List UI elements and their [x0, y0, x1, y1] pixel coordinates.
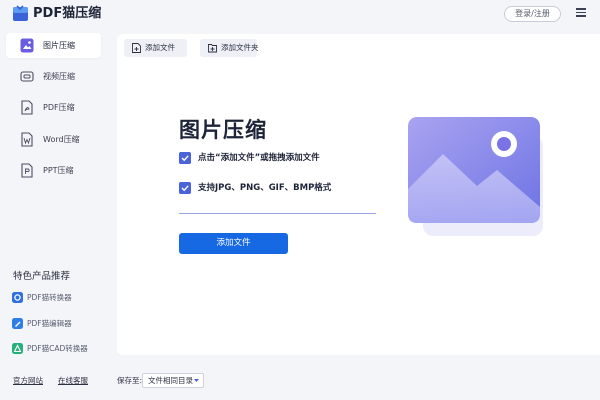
add-folder-icon [208, 44, 217, 53]
pdf-icon [21, 100, 33, 115]
featured-products-title: 特色产品推荐 [13, 271, 71, 282]
sidebar-item-label: PPT压缩 [43, 166, 74, 175]
sidebar-item-pdf-compress[interactable]: PDF压缩 [6, 95, 101, 120]
chevron-down-icon [194, 379, 199, 382]
sidebar-item-ppt-compress[interactable]: PPT压缩 [6, 158, 101, 183]
add-file-label: 添加文件 [145, 43, 175, 52]
online-service-link[interactable]: 在线客服 [58, 375, 88, 386]
check-icon [179, 152, 191, 164]
add-folder-label: 添加文件夹 [221, 43, 259, 52]
ppt-icon [21, 163, 33, 178]
editor-icon [12, 318, 23, 329]
sidebar-item-video-compress[interactable]: 视频压缩 [6, 64, 101, 89]
save-to-label: 保存至: [117, 376, 143, 385]
cad-icon [12, 343, 23, 354]
save-to-value: 文件相同目录 [148, 376, 193, 385]
menu-icon[interactable] [576, 8, 586, 17]
featured-item-label: PDF猫转换器 [27, 293, 72, 302]
app-title: PDF猫压缩 [33, 6, 102, 21]
sidebar: 图片压缩 视频压缩 PDF压缩 Word压缩 PPT压缩 [0, 30, 112, 360]
image-illustration-icon [408, 117, 543, 236]
video-icon [20, 71, 34, 82]
sidebar-item-label: 图片压缩 [43, 41, 75, 50]
title-bar: PDF猫压缩 登录/注册 [0, 0, 600, 30]
app-logo-icon [13, 5, 28, 21]
official-site-link[interactable]: 官方网站 [13, 375, 43, 386]
login-button[interactable]: 登录/注册 [504, 6, 561, 22]
add-file-icon [132, 43, 141, 53]
check-icon [179, 182, 191, 194]
page-heading: 图片压缩 [179, 118, 267, 142]
add-folder-button[interactable]: 添加文件夹 [200, 39, 259, 57]
hint-text: 点击“添加文件”或拖拽添加文件 [198, 153, 320, 163]
featured-item-label: PDF猫CAD转换器 [27, 344, 88, 353]
divider [179, 213, 376, 214]
sidebar-item-word-compress[interactable]: Word压缩 [6, 127, 101, 152]
sidebar-item-label: PDF压缩 [43, 103, 75, 112]
hint-text: 支持JPG、PNG、GIF、BMP格式 [198, 183, 332, 193]
image-icon [20, 38, 34, 53]
sidebar-item-image-compress[interactable]: 图片压缩 [6, 33, 101, 58]
sidebar-item-label: 视频压缩 [43, 72, 75, 81]
add-file-primary-button[interactable]: 添加文件 [179, 233, 288, 254]
add-file-button[interactable]: 添加文件 [124, 39, 187, 57]
sidebar-item-label: Word压缩 [43, 135, 80, 144]
save-to-select[interactable]: 文件相同目录 [142, 373, 204, 388]
featured-item-label: PDF猫编辑器 [27, 319, 72, 328]
main-panel: 添加文件 添加文件夹 图片压缩 点击“添加文件”或拖拽添加文件 支持JPG、PN… [117, 34, 600, 355]
converter-icon [12, 292, 23, 303]
word-icon [21, 132, 33, 147]
